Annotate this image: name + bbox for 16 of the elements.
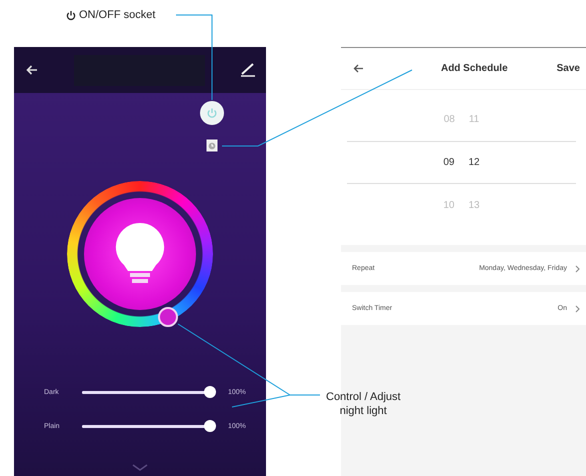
annotation-label: Control / Adjust night light bbox=[326, 390, 401, 418]
alarm-clock-icon[interactable] bbox=[206, 139, 218, 152]
pencil-icon[interactable] bbox=[240, 63, 256, 77]
hour-option[interactable]: 09 bbox=[443, 157, 454, 168]
power-button[interactable] bbox=[200, 101, 224, 125]
power-icon bbox=[66, 10, 76, 20]
slider-thumb[interactable] bbox=[204, 386, 216, 398]
screen-title: Add Schedule bbox=[440, 63, 508, 74]
chevron-right-icon bbox=[575, 304, 580, 312]
power-icon bbox=[206, 107, 218, 119]
save-button[interactable]: Save bbox=[554, 61, 582, 76]
chevron-right-icon bbox=[575, 264, 580, 272]
back-arrow-icon[interactable] bbox=[353, 64, 364, 73]
slider-thumb[interactable] bbox=[204, 420, 216, 432]
annotation-label: ON/OFF socket bbox=[79, 8, 156, 22]
minute-option[interactable]: 12 bbox=[468, 157, 480, 168]
